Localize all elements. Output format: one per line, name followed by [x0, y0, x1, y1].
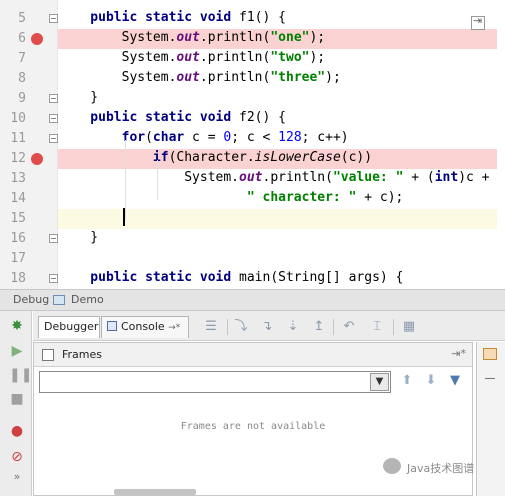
collapse-icon[interactable] — [485, 378, 495, 379]
line-number: 17 — [10, 251, 26, 266]
line-number: 11 — [10, 131, 26, 146]
variables-icon — [483, 348, 497, 360]
line-number: 9 — [18, 91, 26, 106]
mute-breakpoints-icon[interactable]: ⊘ — [9, 449, 25, 465]
code-text: public static void f1() { — [59, 10, 286, 25]
toolbar-separator — [393, 319, 394, 335]
line-number: 10 — [10, 111, 26, 126]
code-editor[interactable]: 5 public static void f1() {6 System.out.… — [0, 0, 505, 289]
code-text: System.out.println("three"); — [59, 70, 341, 85]
watermark: Java技术图谱 — [383, 458, 503, 478]
code-text: System.out.println("two"); — [59, 50, 326, 65]
show-execution-point-icon[interactable]: ☰ — [203, 319, 219, 335]
line-number: 14 — [10, 191, 26, 206]
code-line[interactable]: 11 for(char c = 0; c < 128; c++) — [0, 129, 505, 149]
bug-icon[interactable]: ✸ — [9, 318, 25, 334]
watermark-text: Java技术图谱 — [407, 462, 475, 475]
code-line[interactable]: 17 — [0, 249, 505, 269]
step-over-icon[interactable]: ⤵ — [233, 319, 249, 335]
console-tab-label: Console — [121, 320, 165, 333]
debugger-tab-label: Debugger — [44, 320, 99, 333]
horizontal-scrollbar[interactable] — [114, 489, 196, 495]
debug-tab[interactable]: Debug — [13, 293, 49, 306]
fold-icon[interactable] — [49, 134, 58, 143]
resume-icon[interactable]: ▶ — [9, 343, 25, 359]
toolbar-separator — [333, 319, 334, 335]
tool-window-tabbar: Debug Demo — [0, 289, 505, 311]
line-number: 6 — [18, 31, 26, 46]
thread-selector[interactable]: ▼ — [39, 371, 391, 393]
code-line[interactable]: 16 } — [0, 229, 505, 249]
code-text: " character: " + c); — [59, 190, 404, 205]
line-number: 12 — [10, 151, 26, 166]
demo-tab[interactable]: Demo — [71, 293, 104, 306]
frames-empty-message: Frames are not available — [180, 421, 326, 432]
evaluate-expression-icon[interactable]: ▦ — [401, 319, 417, 335]
breakpoint-icon[interactable] — [31, 33, 43, 45]
step-out-icon[interactable]: ↥ — [311, 319, 327, 335]
view-breakpoints-icon[interactable]: ● — [9, 423, 25, 439]
toolbar-separator — [227, 319, 228, 335]
more-icon[interactable]: » — [9, 469, 25, 485]
arrow-up-icon[interactable]: ⬆ — [399, 373, 415, 389]
console-icon — [107, 321, 117, 331]
line-number: 7 — [18, 51, 26, 66]
code-line[interactable]: 9 } — [0, 89, 505, 109]
frames-title: Frames — [62, 348, 103, 361]
code-line[interactable]: 6 System.out.println("one"); — [0, 29, 505, 49]
line-number: 15 — [10, 211, 26, 226]
code-text: public static void f2() { — [59, 110, 286, 125]
code-text: System.out.println("value: " + (int)c + — [59, 170, 490, 185]
frames-icon — [42, 349, 54, 361]
frames-header: Frames ⇥* — [34, 343, 472, 367]
code-line[interactable]: 5 public static void f1() { — [0, 9, 505, 29]
pause-icon[interactable]: ❚❚ — [9, 367, 32, 383]
pin-icon[interactable]: ⇥* — [451, 347, 466, 360]
indent-guide — [157, 160, 158, 200]
tab-console[interactable]: Console →* — [101, 316, 189, 338]
code-line[interactable]: 18 public static void main(String[] args… — [0, 269, 505, 289]
code-line[interactable]: 8 System.out.println("three"); — [0, 69, 505, 89]
stop-icon[interactable]: ■ — [9, 391, 25, 407]
code-line[interactable]: 15 — [0, 209, 505, 229]
debug-side-toolbar: ✸ ▶ ❚❚ ■ ● ⊘ » — [0, 311, 32, 496]
run-to-cursor-icon[interactable]: ⌶ — [369, 319, 385, 335]
fold-icon[interactable] — [49, 94, 58, 103]
wechat-logo-icon — [383, 458, 401, 474]
filter-icon[interactable]: ▼ — [447, 373, 463, 389]
arrow-down-icon[interactable]: ⬇ — [423, 373, 439, 389]
line-number: 5 — [18, 11, 26, 26]
run-config-icon — [53, 295, 65, 305]
tab-debugger[interactable]: Debugger — [38, 316, 100, 338]
line-number: 18 — [10, 271, 26, 286]
code-line[interactable]: 12 if(Character.isLowerCase(c)) — [0, 149, 505, 169]
code-line[interactable]: 10 public static void f2() { — [0, 109, 505, 129]
text-caret — [123, 208, 125, 226]
debugger-toolbar: Debugger Console →* ☰ ⤵ ↴ ⇣ ↥ ↶ ⌶ ▦ — [33, 311, 505, 341]
console-tab-suffix: →* — [168, 323, 181, 333]
code-text: for(char c = 0; c < 128; c++) — [59, 130, 349, 145]
line-number: 8 — [18, 71, 26, 86]
code-text: } — [59, 230, 99, 245]
line-number: 16 — [10, 231, 26, 246]
code-text: if(Character.isLowerCase(c)) — [59, 150, 373, 165]
fold-icon[interactable] — [49, 234, 58, 243]
code-text: } — [59, 90, 99, 105]
step-into-icon[interactable]: ↴ — [259, 319, 275, 335]
code-text: System.out.println("one"); — [59, 30, 326, 45]
code-text: public static void main(String[] args) { — [59, 270, 404, 285]
indent-guide — [125, 140, 126, 220]
breakpoint-icon[interactable] — [31, 153, 43, 165]
code-line[interactable]: 7 System.out.println("two"); — [0, 49, 505, 69]
drop-frame-icon[interactable]: ↶ — [341, 319, 357, 335]
line-number: 13 — [10, 171, 26, 186]
fold-icon[interactable] — [49, 114, 58, 123]
code-line[interactable]: 14 " character: " + c); — [0, 189, 505, 209]
code-line[interactable]: 13 System.out.println("value: " + (int)c… — [0, 169, 505, 189]
fold-icon[interactable] — [49, 274, 58, 283]
editor-corner-icon[interactable] — [471, 14, 485, 30]
force-step-into-icon[interactable]: ⇣ — [285, 319, 301, 335]
chevron-down-icon[interactable]: ▼ — [370, 373, 389, 391]
fold-icon[interactable] — [49, 14, 58, 23]
